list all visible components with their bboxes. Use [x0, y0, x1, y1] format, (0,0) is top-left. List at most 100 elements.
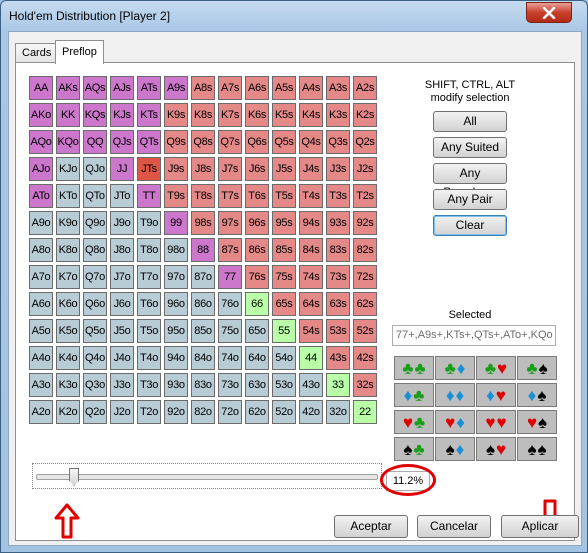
hand-cell-KQo[interactable]: KQo [56, 130, 80, 154]
any-suited-button[interactable]: Any Suited [433, 137, 507, 158]
hand-cell-ATs[interactable]: ATs [137, 76, 161, 100]
hand-cell-83s[interactable]: 83s [326, 238, 350, 262]
hand-cell-94s[interactable]: 94s [299, 211, 323, 235]
hand-cell-T8o[interactable]: T8o [137, 238, 161, 262]
any-broadway-button[interactable]: Any Broadway [433, 163, 507, 199]
hand-cell-87s[interactable]: 87s [218, 238, 242, 262]
hand-cell-J5s[interactable]: J5s [272, 157, 296, 181]
hand-cell-86s[interactable]: 86s [245, 238, 269, 262]
hand-cell-Q7s[interactable]: Q7s [218, 130, 242, 154]
hand-cell-T2s[interactable]: T2s [353, 184, 377, 208]
hand-cell-A7s[interactable]: A7s [218, 76, 242, 100]
hand-cell-J8s[interactable]: J8s [191, 157, 215, 181]
hand-cell-K4s[interactable]: K4s [299, 103, 323, 127]
hand-cell-K3s[interactable]: K3s [326, 103, 350, 127]
hand-cell-Q5o[interactable]: Q5o [83, 319, 107, 343]
suit-combo-diamond-spade[interactable]: ♦ ♠ [517, 383, 557, 407]
hand-cell-Q4o[interactable]: Q4o [83, 346, 107, 370]
hand-cell-92o[interactable]: 92o [164, 400, 188, 424]
cancel-button[interactable]: Cancelar [417, 515, 491, 538]
suit-combo-spade-club[interactable]: ♠ ♣ [394, 437, 434, 461]
hand-cell-64s[interactable]: 64s [299, 292, 323, 316]
hand-cell-82s[interactable]: 82s [353, 238, 377, 262]
hand-cell-K8s[interactable]: K8s [191, 103, 215, 127]
hand-cell-72s[interactable]: 72s [353, 265, 377, 289]
hand-cell-AKo[interactable]: AKo [29, 103, 53, 127]
hand-cell-88[interactable]: 88 [191, 238, 215, 262]
hand-cell-T5o[interactable]: T5o [137, 319, 161, 343]
hand-cell-98o[interactable]: 98o [164, 238, 188, 262]
suit-combo-heart-club[interactable]: ♥ ♣ [394, 410, 434, 434]
hand-cell-Q3s[interactable]: Q3s [326, 130, 350, 154]
hand-cell-T8s[interactable]: T8s [191, 184, 215, 208]
hand-cell-KTo[interactable]: KTo [56, 184, 80, 208]
hand-cell-A9s[interactable]: A9s [164, 76, 188, 100]
suit-combo-heart-spade[interactable]: ♥ ♠ [517, 410, 557, 434]
hand-cell-53s[interactable]: 53s [326, 319, 350, 343]
hand-cell-54s[interactable]: 54s [299, 319, 323, 343]
hand-cell-75o[interactable]: 75o [218, 319, 242, 343]
hand-cell-K9o[interactable]: K9o [56, 211, 80, 235]
hand-cell-Q8s[interactable]: Q8s [191, 130, 215, 154]
hand-cell-T3s[interactable]: T3s [326, 184, 350, 208]
hand-cell-A4o[interactable]: A4o [29, 346, 53, 370]
hand-cell-94o[interactable]: 94o [164, 346, 188, 370]
suit-combo-club-spade[interactable]: ♣ ♠ [517, 356, 557, 380]
hand-cell-AQs[interactable]: AQs [83, 76, 107, 100]
hand-cell-QJs[interactable]: QJs [110, 130, 134, 154]
hand-cell-TT[interactable]: TT [137, 184, 161, 208]
hand-cell-K7o[interactable]: K7o [56, 265, 80, 289]
hand-cell-73s[interactable]: 73s [326, 265, 350, 289]
hand-cell-KQs[interactable]: KQs [83, 103, 107, 127]
clear-button[interactable]: Clear [433, 215, 507, 236]
hand-cell-Q9o[interactable]: Q9o [83, 211, 107, 235]
hand-cell-KJs[interactable]: KJs [110, 103, 134, 127]
hand-cell-92s[interactable]: 92s [353, 211, 377, 235]
hand-cell-93o[interactable]: 93o [164, 373, 188, 397]
hand-cell-AA[interactable]: AA [29, 76, 53, 100]
hand-cell-32s[interactable]: 32s [353, 373, 377, 397]
hand-cell-QTs[interactable]: QTs [137, 130, 161, 154]
hand-cell-74o[interactable]: 74o [218, 346, 242, 370]
hand-cell-75s[interactable]: 75s [272, 265, 296, 289]
hand-cell-T6s[interactable]: T6s [245, 184, 269, 208]
tab-cards[interactable]: Cards [15, 43, 59, 63]
hand-cell-65s[interactable]: 65s [272, 292, 296, 316]
hand-cell-A9o[interactable]: A9o [29, 211, 53, 235]
hand-cell-22[interactable]: 22 [353, 400, 377, 424]
hand-cell-T9o[interactable]: T9o [137, 211, 161, 235]
hand-cell-85s[interactable]: 85s [272, 238, 296, 262]
hand-cell-T6o[interactable]: T6o [137, 292, 161, 316]
suit-combo-diamond-heart[interactable]: ♦ ♥ [476, 383, 516, 407]
hand-cell-QJo[interactable]: QJo [83, 157, 107, 181]
hand-cell-J6o[interactable]: J6o [110, 292, 134, 316]
hand-cell-T2o[interactable]: T2o [137, 400, 161, 424]
hand-cell-QQ[interactable]: QQ [83, 130, 107, 154]
hand-cell-QTo[interactable]: QTo [83, 184, 107, 208]
hand-cell-AQo[interactable]: AQo [29, 130, 53, 154]
hand-cell-A8o[interactable]: A8o [29, 238, 53, 262]
selected-range-field[interactable]: 77+,A9s+,KTs+,QTs+,ATo+,KQo [392, 325, 556, 346]
hand-cell-62o[interactable]: 62o [245, 400, 269, 424]
hand-cell-K6o[interactable]: K6o [56, 292, 80, 316]
hand-cell-96s[interactable]: 96s [245, 211, 269, 235]
hand-cell-J8o[interactable]: J8o [110, 238, 134, 262]
hand-cell-K6s[interactable]: K6s [245, 103, 269, 127]
hand-cell-J7o[interactable]: J7o [110, 265, 134, 289]
suit-combo-spade-spade[interactable]: ♠ ♠ [517, 437, 557, 461]
tab-preflop[interactable]: Preflop [55, 40, 104, 64]
hand-cell-76s[interactable]: 76s [245, 265, 269, 289]
hand-cell-K2s[interactable]: K2s [353, 103, 377, 127]
hand-cell-JTs[interactable]: JTs [137, 157, 161, 181]
hand-cell-A4s[interactable]: A4s [299, 76, 323, 100]
hand-cell-97s[interactable]: 97s [218, 211, 242, 235]
hand-cell-J9s[interactable]: J9s [164, 157, 188, 181]
hand-cell-JJ[interactable]: JJ [110, 157, 134, 181]
hand-cell-65o[interactable]: 65o [245, 319, 269, 343]
hand-cell-96o[interactable]: 96o [164, 292, 188, 316]
close-button[interactable] [526, 2, 572, 23]
hand-cell-Q4s[interactable]: Q4s [299, 130, 323, 154]
hand-cell-K5s[interactable]: K5s [272, 103, 296, 127]
suit-combo-club-diamond[interactable]: ♣ ♦ [435, 356, 475, 380]
any-pair-button[interactable]: Any Pair [433, 189, 507, 210]
